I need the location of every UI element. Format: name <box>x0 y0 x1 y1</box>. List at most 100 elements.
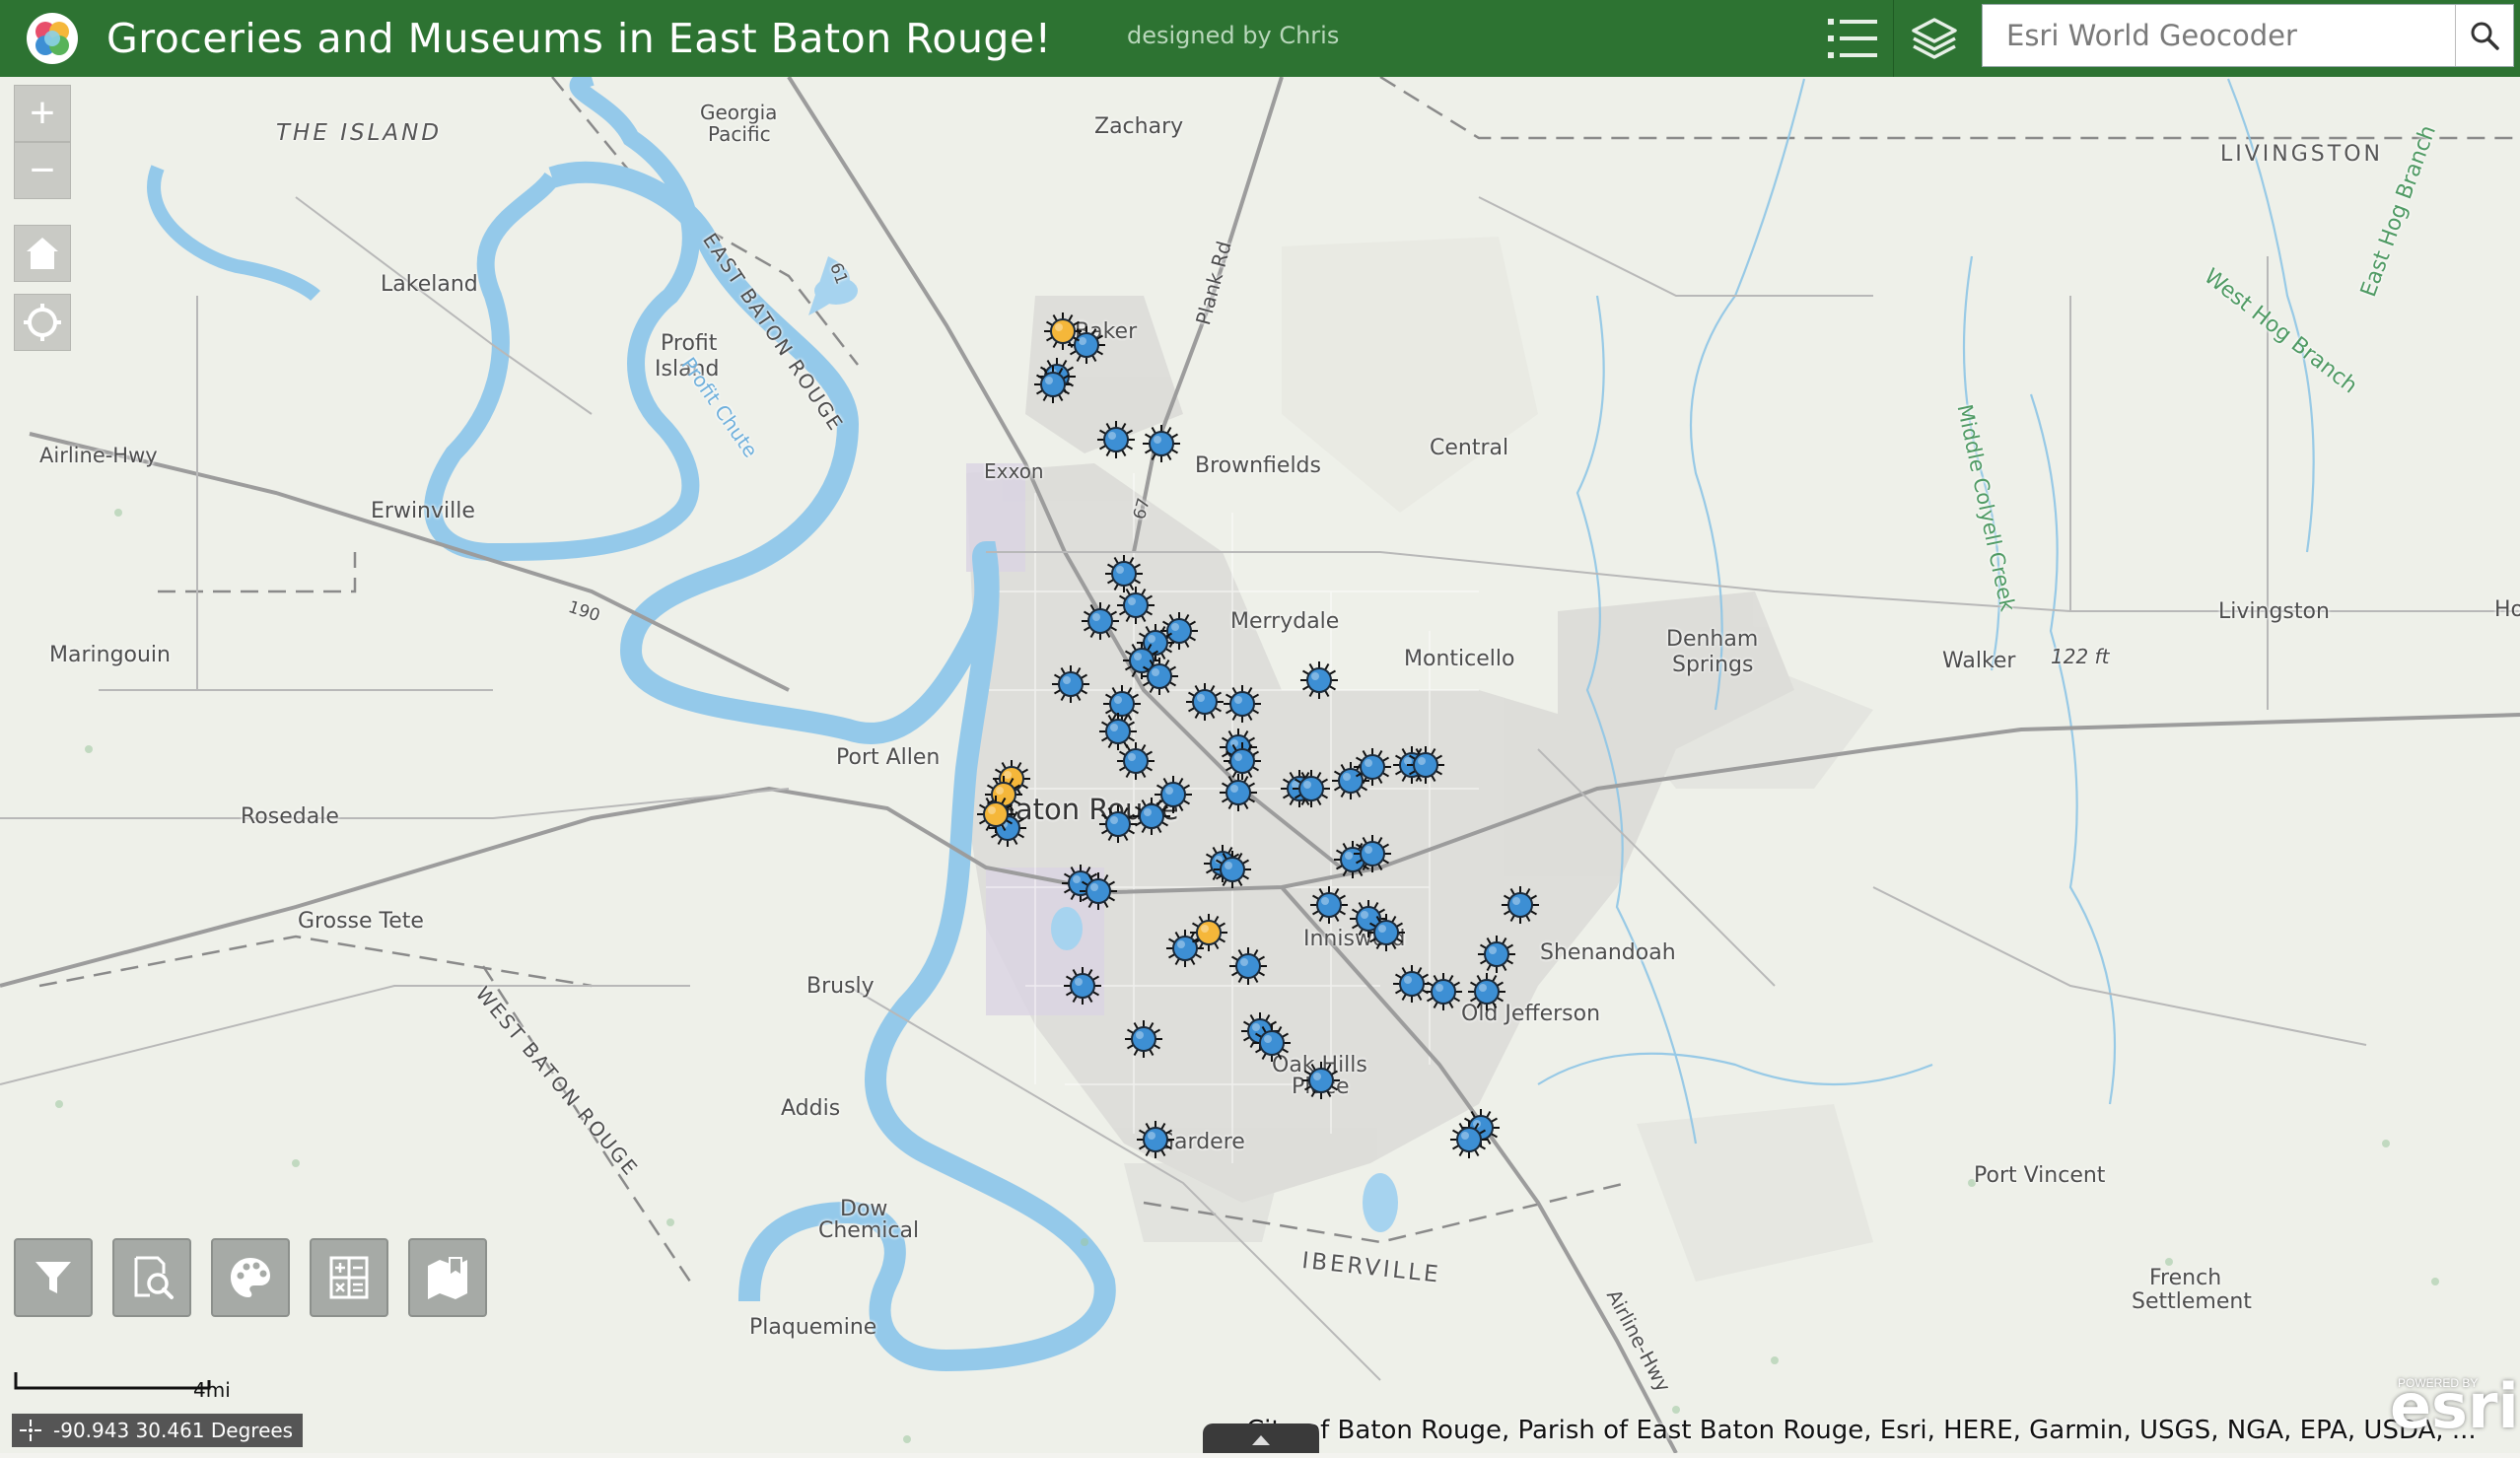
grocery-marker[interactable] <box>1077 869 1120 913</box>
museum-marker[interactable] <box>974 793 1017 836</box>
scale-bar <box>14 1372 211 1390</box>
style-tool-button[interactable] <box>211 1238 290 1317</box>
legend-button[interactable] <box>1814 0 1893 77</box>
grocery-marker[interactable] <box>1211 848 1254 891</box>
coordinate-text: -90.943 30.461 Degrees <box>53 1419 294 1442</box>
place-label: Plaquemine <box>749 1315 877 1340</box>
attribution-text: City of Baton Rouge, Parish of East Bato… <box>1246 1416 2477 1445</box>
magnify-document-icon <box>134 1256 174 1299</box>
list-icon <box>1828 19 1877 58</box>
search-input[interactable] <box>1983 5 2456 66</box>
app-subtitle: designed by Chris <box>1127 22 1340 49</box>
place-label: Georgia <box>700 101 778 124</box>
grocery-marker[interactable] <box>1094 418 1138 461</box>
palette-icon <box>231 1258 270 1297</box>
search-button[interactable] <box>2455 5 2513 66</box>
attribution-toggle[interactable] <box>1203 1423 1319 1453</box>
grocery-marker[interactable] <box>1226 944 1270 988</box>
grocery-marker[interactable] <box>1351 745 1394 789</box>
query-tool-button[interactable] <box>112 1238 191 1317</box>
grocery-marker[interactable] <box>1404 743 1447 787</box>
place-label: Brownfields <box>1195 453 1321 478</box>
app-logo-icon <box>27 13 78 64</box>
grocery-marker[interactable] <box>1422 970 1465 1013</box>
place-label: 122 ft <box>2051 645 2110 668</box>
place-label: French <box>2149 1266 2222 1290</box>
calculator-tool-button[interactable] <box>310 1238 388 1317</box>
place-label: Chemical <box>818 1218 920 1243</box>
grocery-marker[interactable] <box>1049 662 1092 706</box>
grocery-marker[interactable] <box>1250 1021 1294 1065</box>
layers-button[interactable] <box>1895 0 1974 77</box>
grocery-marker[interactable] <box>1061 964 1104 1007</box>
plus-icon: + <box>30 89 55 137</box>
place-label: Addis <box>781 1096 841 1121</box>
grocery-marker[interactable] <box>1217 771 1260 814</box>
place-label: Port Allen <box>836 745 941 770</box>
place-label: Shenandoah <box>1540 940 1676 965</box>
place-label: Settlement <box>2132 1289 2252 1314</box>
place-label: Erwinville <box>371 499 475 523</box>
grocery-marker[interactable] <box>1465 970 1508 1013</box>
header-divider <box>1893 0 1894 77</box>
place-label: Pacific <box>708 122 771 146</box>
place-label: Livingston <box>2218 599 2330 624</box>
scale-label: 4mi <box>193 1378 231 1402</box>
grocery-marker[interactable] <box>1140 422 1183 465</box>
home-button[interactable] <box>14 225 71 282</box>
place-label: Springs <box>1672 653 1754 677</box>
grocery-marker[interactable] <box>1499 883 1542 927</box>
place-label: THE ISLAND <box>276 120 443 146</box>
museum-marker[interactable] <box>1041 310 1085 353</box>
place-label: Monticello <box>1404 647 1515 671</box>
coordinate-readout[interactable]: -90.943 30.461 Degrees <box>12 1414 304 1447</box>
home-icon <box>27 238 58 269</box>
layers-icon <box>1912 18 1957 59</box>
crosshair-icon <box>20 1420 41 1441</box>
place-label: LIVINGSTON <box>2220 142 2383 167</box>
place-label: Airline-Hwy <box>39 444 158 467</box>
grocery-marker[interactable] <box>1299 1059 1343 1102</box>
minus-icon: − <box>30 146 55 194</box>
museum-marker[interactable] <box>1187 911 1230 954</box>
filter-icon <box>35 1262 71 1293</box>
place-label: Lakeland <box>381 272 478 297</box>
grocery-marker[interactable] <box>1365 911 1408 954</box>
place-label: Port Vincent <box>1974 1163 2106 1188</box>
grocery-marker[interactable] <box>1122 1017 1165 1061</box>
place-label: Zachary <box>1094 114 1184 139</box>
filter-tool-button[interactable] <box>14 1238 93 1317</box>
grocery-marker[interactable] <box>1307 883 1351 927</box>
grocery-marker[interactable] <box>1297 659 1341 702</box>
grocery-marker[interactable] <box>1138 655 1181 698</box>
geocoder-search <box>1982 4 2514 67</box>
place-label: Central <box>1430 436 1509 460</box>
place-label: Merrydale <box>1230 609 1340 634</box>
grocery-marker[interactable] <box>1031 363 1075 406</box>
grocery-marker[interactable] <box>1447 1118 1491 1161</box>
grocery-marker[interactable] <box>1351 832 1394 875</box>
place-label: Exxon <box>984 459 1044 483</box>
bookmark-tool-button[interactable] <box>408 1238 487 1317</box>
app-title: Groceries and Museums in East Baton Roug… <box>106 15 1052 62</box>
grocery-marker[interactable] <box>1221 682 1264 726</box>
grocery-marker[interactable] <box>1290 767 1333 810</box>
grocery-marker[interactable] <box>1134 1118 1177 1161</box>
locate-button[interactable] <box>14 294 71 351</box>
place-label: Denham <box>1666 627 1759 652</box>
zoom-out-button[interactable]: − <box>14 142 71 199</box>
place-label: Profit <box>661 331 718 356</box>
place-label: Walker <box>1942 649 2016 673</box>
place-label: Ho <box>2494 597 2520 622</box>
place-label: Rosedale <box>241 804 339 829</box>
locate-icon <box>24 304 61 341</box>
chevron-up-icon <box>1252 1435 1270 1445</box>
place-label: Brusly <box>806 974 875 999</box>
esri-logo: esri <box>2390 1370 2519 1442</box>
search-icon <box>2471 22 2499 50</box>
calculator-icon <box>329 1256 369 1299</box>
zoom-in-button[interactable]: + <box>14 85 71 142</box>
grocery-marker[interactable] <box>1096 802 1140 846</box>
place-label: Grosse Tete <box>298 909 424 934</box>
map-bookmark-icon <box>428 1257 467 1299</box>
